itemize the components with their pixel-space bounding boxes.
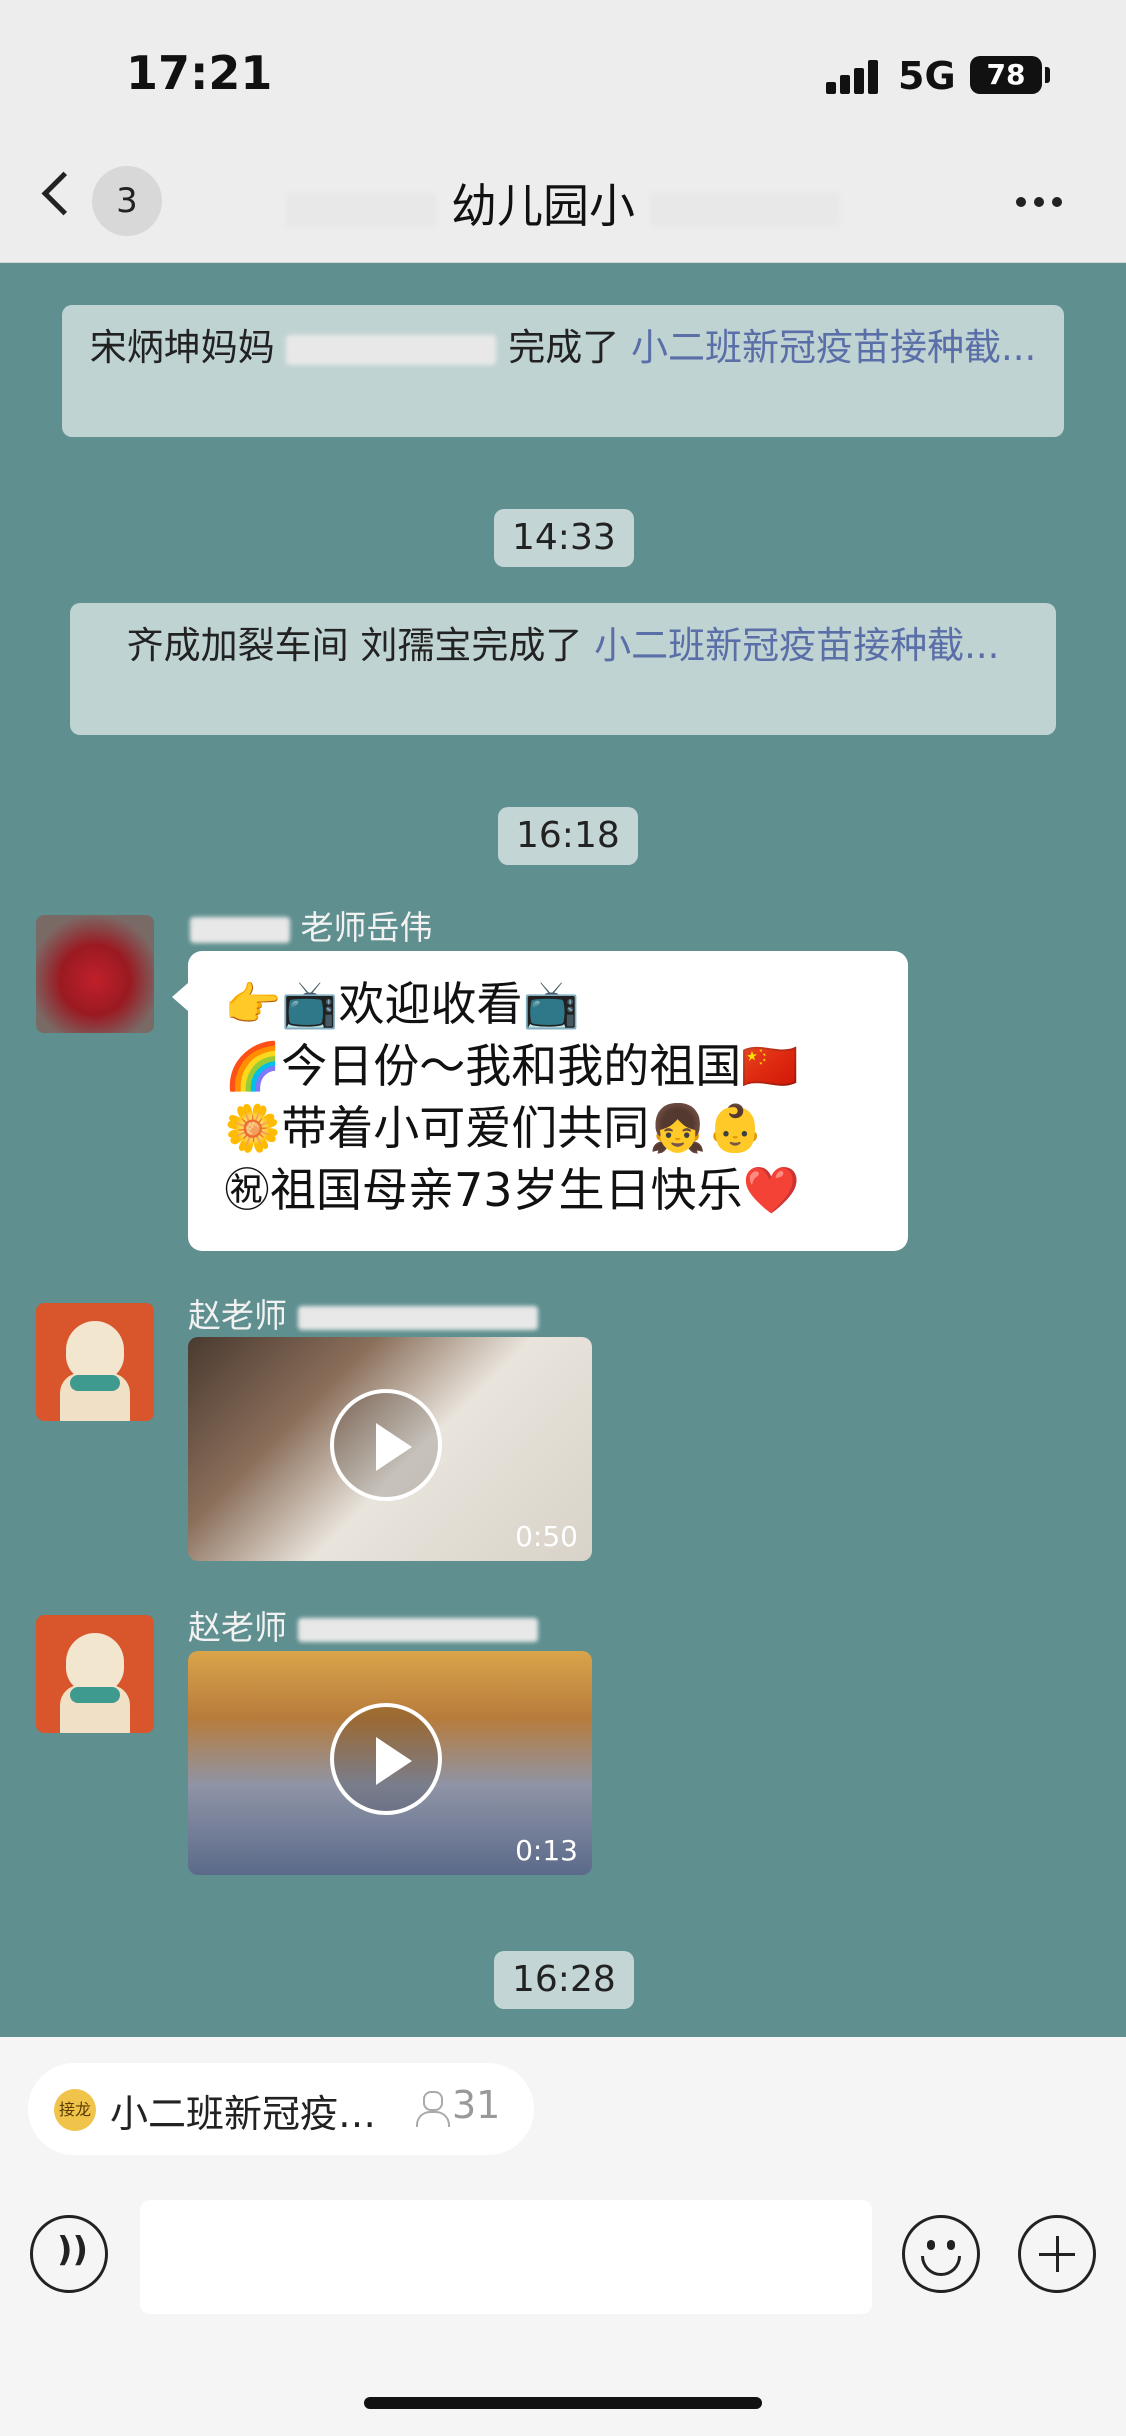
play-icon[interactable] [330,1703,442,1815]
redacted-block [297,1305,538,1330]
sender-name: 赵老师 [188,1601,538,1649]
sender-name: 老师岳伟 [190,901,433,949]
message-bubble[interactable]: 👉📺欢迎收看📺 🌈今日份～我和我的祖国🇨🇳 🌼带着小可爱们共同👧👶 ㊗祖国母亲7… [188,951,908,1251]
redacted-block [649,192,840,227]
solitaire-chip[interactable]: 接龙 小二班新冠疫… 31 [28,2063,534,2155]
avatar[interactable] [36,1615,154,1733]
chat-area[interactable]: 宋炳坤妈妈 完成了 小二班新冠疫苗接种截... 14:33 齐成加裂车间 刘孺宝… [0,263,1126,2037]
solitaire-title: 小二班新冠疫… [110,2092,377,2136]
timestamp: 16:18 [498,807,638,865]
chat-title: 幼儿园小 [0,170,1126,236]
person-icon [414,2091,450,2127]
redacted-block [286,192,437,227]
message-line: 🌈今日份～我和我的祖国🇨🇳 [224,1039,799,1093]
voice-icon[interactable] [30,2215,108,2293]
message-line: 🌼带着小可爱们共同👧👶 [224,1101,764,1155]
system-message: 宋炳坤妈妈 完成了 小二班新冠疫苗接种截... [62,305,1064,437]
message-line: ㊗祖国母亲73岁生日快乐❤️ [224,1163,800,1217]
video-message[interactable]: 0:13 [188,1651,592,1875]
network-type: 5G [898,54,956,98]
bottom-bar: 接龙 小二班新冠疫… 31 [0,2037,1126,2436]
more-icon[interactable] [1016,192,1070,211]
avatar[interactable] [36,915,154,1033]
timestamp: 16:28 [494,1951,634,2009]
plus-icon[interactable] [1018,2215,1096,2293]
status-time: 17:21 [126,46,273,100]
solitaire-icon: 接龙 [54,2089,96,2131]
solitaire-count: 31 [452,2083,501,2127]
home-indicator[interactable] [364,2397,762,2409]
avatar[interactable] [36,1303,154,1421]
redacted-block [297,1617,538,1642]
top-bar: 17:21 5G 78 3 幼儿园小 [0,0,1126,263]
emoji-icon[interactable] [902,2215,980,2293]
video-duration: 0:13 [515,1834,578,1867]
sender-name: 赵老师 [188,1289,538,1337]
timestamp: 14:33 [494,509,634,567]
message-line: 👉📺欢迎收看📺 [224,977,580,1031]
message-input[interactable] [140,2200,872,2314]
battery-tip [1045,67,1050,83]
solitaire-link[interactable]: 小二班新冠疫苗接种截... [594,624,999,667]
chat-title-text: 幼儿园小 [451,179,635,233]
signal-icon [826,58,882,94]
play-icon[interactable] [330,1389,442,1501]
video-duration: 0:50 [515,1520,578,1553]
battery-icon: 78 [970,56,1042,94]
bubble-tail [172,983,188,1011]
video-message[interactable]: 0:50 [188,1337,592,1561]
redacted-block [190,916,290,943]
redacted-block [286,334,497,365]
system-message: 齐成加裂车间 刘孺宝完成了 小二班新冠疫苗接种截... [70,603,1056,735]
solitaire-link[interactable]: 小二班新冠疫苗接种截... [631,326,1036,369]
